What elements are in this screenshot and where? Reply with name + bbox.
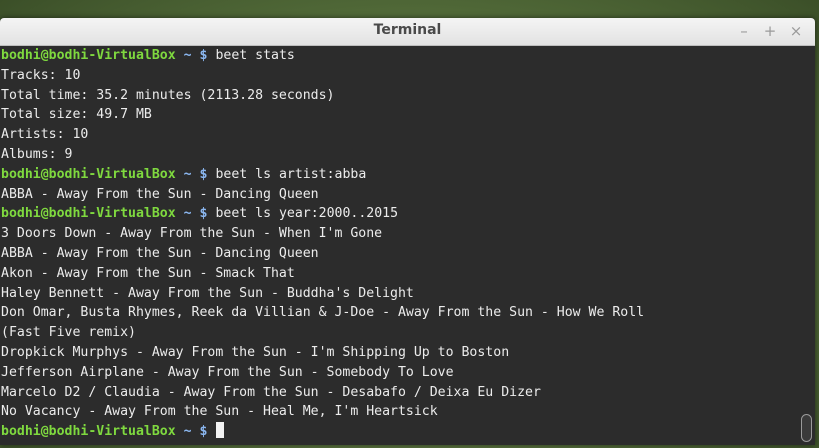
- window-controls: – + ×: [737, 21, 803, 41]
- prompt-path: ~: [183, 206, 192, 222]
- output-line: Total size: 49.7 MB: [1, 107, 152, 123]
- output-line: Marcelo D2 / Claudia - Away From the Sun…: [1, 384, 541, 400]
- output-line: ABBA - Away From the Sun - Dancing Queen: [1, 245, 319, 261]
- prompt-line: bodhi@bodhi-VirtualBox ~ $ beet stats: [1, 46, 815, 66]
- output-line: Haley Bennett - Away From the Sun - Budd…: [1, 285, 414, 301]
- window-title: Terminal: [373, 22, 442, 38]
- prompt-user-host: bodhi@bodhi-VirtualBox: [1, 206, 176, 222]
- prompt-symbol: $: [199, 48, 208, 63]
- prompt-line: bodhi@bodhi-VirtualBox ~ $ beet ls year:…: [1, 204, 815, 224]
- output-line: Akon - Away From the Sun - Smack That: [1, 265, 295, 281]
- output-line: Tracks: 10: [1, 67, 81, 83]
- prompt-symbol: $: [199, 166, 208, 182]
- output-line: ABBA - Away From the Sun - Dancing Queen: [1, 186, 319, 202]
- prompt-path: ~: [183, 166, 192, 182]
- prompt-path: ~: [183, 424, 192, 440]
- prompt-line: bodhi@bodhi-VirtualBox ~ $ beet ls artis…: [1, 165, 815, 185]
- prompt-user-host: bodhi@bodhi-VirtualBox: [1, 166, 176, 182]
- output-line: Total time: 35.2 minutes (2113.28 second…: [1, 87, 335, 103]
- command-text: beet stats: [215, 48, 295, 63]
- output-line: Artists: 10: [1, 127, 89, 143]
- command-text: beet ls year:2000..2015: [215, 206, 399, 222]
- output-line: (Fast Five remix): [1, 325, 136, 341]
- terminal-window: Terminal – + × bodhi@bodhi-VirtualBox ~ …: [0, 18, 815, 445]
- prompt-user-host: bodhi@bodhi-VirtualBox: [1, 48, 176, 63]
- output-line: Dropkick Murphys - Away From the Sun - I…: [1, 344, 510, 360]
- output-line: Albums: 9: [1, 146, 73, 162]
- output-line: No Vacancy - Away From the Sun - Heal Me…: [1, 404, 438, 420]
- text-cursor: [216, 422, 225, 439]
- prompt-symbol: $: [199, 206, 208, 222]
- title-bar[interactable]: Terminal – + ×: [0, 18, 815, 46]
- scrollbar[interactable]: [799, 46, 813, 445]
- prompt-user-host: bodhi@bodhi-VirtualBox: [1, 424, 176, 440]
- output-line: Don Omar, Busta Rhymes, Reek da Villian …: [1, 305, 645, 321]
- output-line: 3 Doors Down - Away From the Sun - When …: [1, 226, 383, 242]
- prompt-symbol: $: [199, 424, 208, 440]
- close-icon[interactable]: ×: [789, 21, 803, 41]
- maximize-icon[interactable]: +: [763, 21, 777, 41]
- command-text: beet ls artist:abba: [215, 166, 367, 182]
- scrollbar-thumb[interactable]: [801, 414, 812, 442]
- output-line: Jefferson Airplane - Away From the Sun -…: [1, 364, 454, 380]
- terminal-output[interactable]: bodhi@bodhi-VirtualBox ~ $ beet stats Tra…: [0, 46, 815, 445]
- prompt-line: bodhi@bodhi-VirtualBox ~ $: [1, 422, 815, 442]
- minimize-icon[interactable]: –: [737, 21, 751, 41]
- prompt-path: ~: [183, 48, 192, 63]
